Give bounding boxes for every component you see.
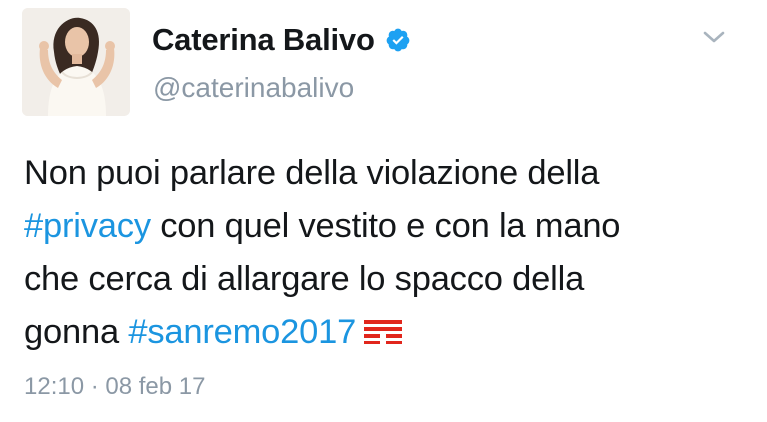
author-handle[interactable]: @caterinabalivo	[153, 72, 354, 104]
chevron-down-icon[interactable]	[701, 27, 727, 47]
display-name[interactable]: Caterina Balivo	[152, 22, 375, 58]
tweet-timestamp[interactable]: 12:10 · 08 feb 17	[24, 373, 205, 401]
tweet-text-segment: gonna	[24, 313, 129, 351]
tim-logo-icon	[362, 308, 404, 344]
avatar-image	[22, 8, 130, 116]
hashtag-sanremo2017-link[interactable]: #sanremo2017	[128, 313, 356, 351]
tweet-text-line: Non puoi parlare della violazione della	[24, 147, 749, 200]
hashtag-privacy-link[interactable]: #privacy	[24, 207, 151, 245]
tweet-text-line: che cerca di allargare lo spacco della	[24, 253, 749, 306]
tweet-card: Caterina Balivo @caterinabalivo Non puoi…	[0, 0, 767, 422]
tweet-text-line: #privacy con quel vestito e con la mano	[24, 200, 749, 253]
tweet-text: Non puoi parlare della violazione della …	[24, 147, 749, 359]
tweet-text-segment: che cerca di allargare lo spacco della	[24, 260, 585, 298]
tweet-text-line: gonna #sanremo2017	[24, 306, 749, 359]
author-name-row: Caterina Balivo	[152, 22, 411, 58]
avatar[interactable]	[22, 8, 130, 116]
verified-badge-icon	[385, 27, 411, 53]
tweet-text-segment: Non puoi parlare della violazione della	[24, 154, 600, 192]
tweet-text-segment: con quel vestito e con la mano	[150, 207, 621, 245]
